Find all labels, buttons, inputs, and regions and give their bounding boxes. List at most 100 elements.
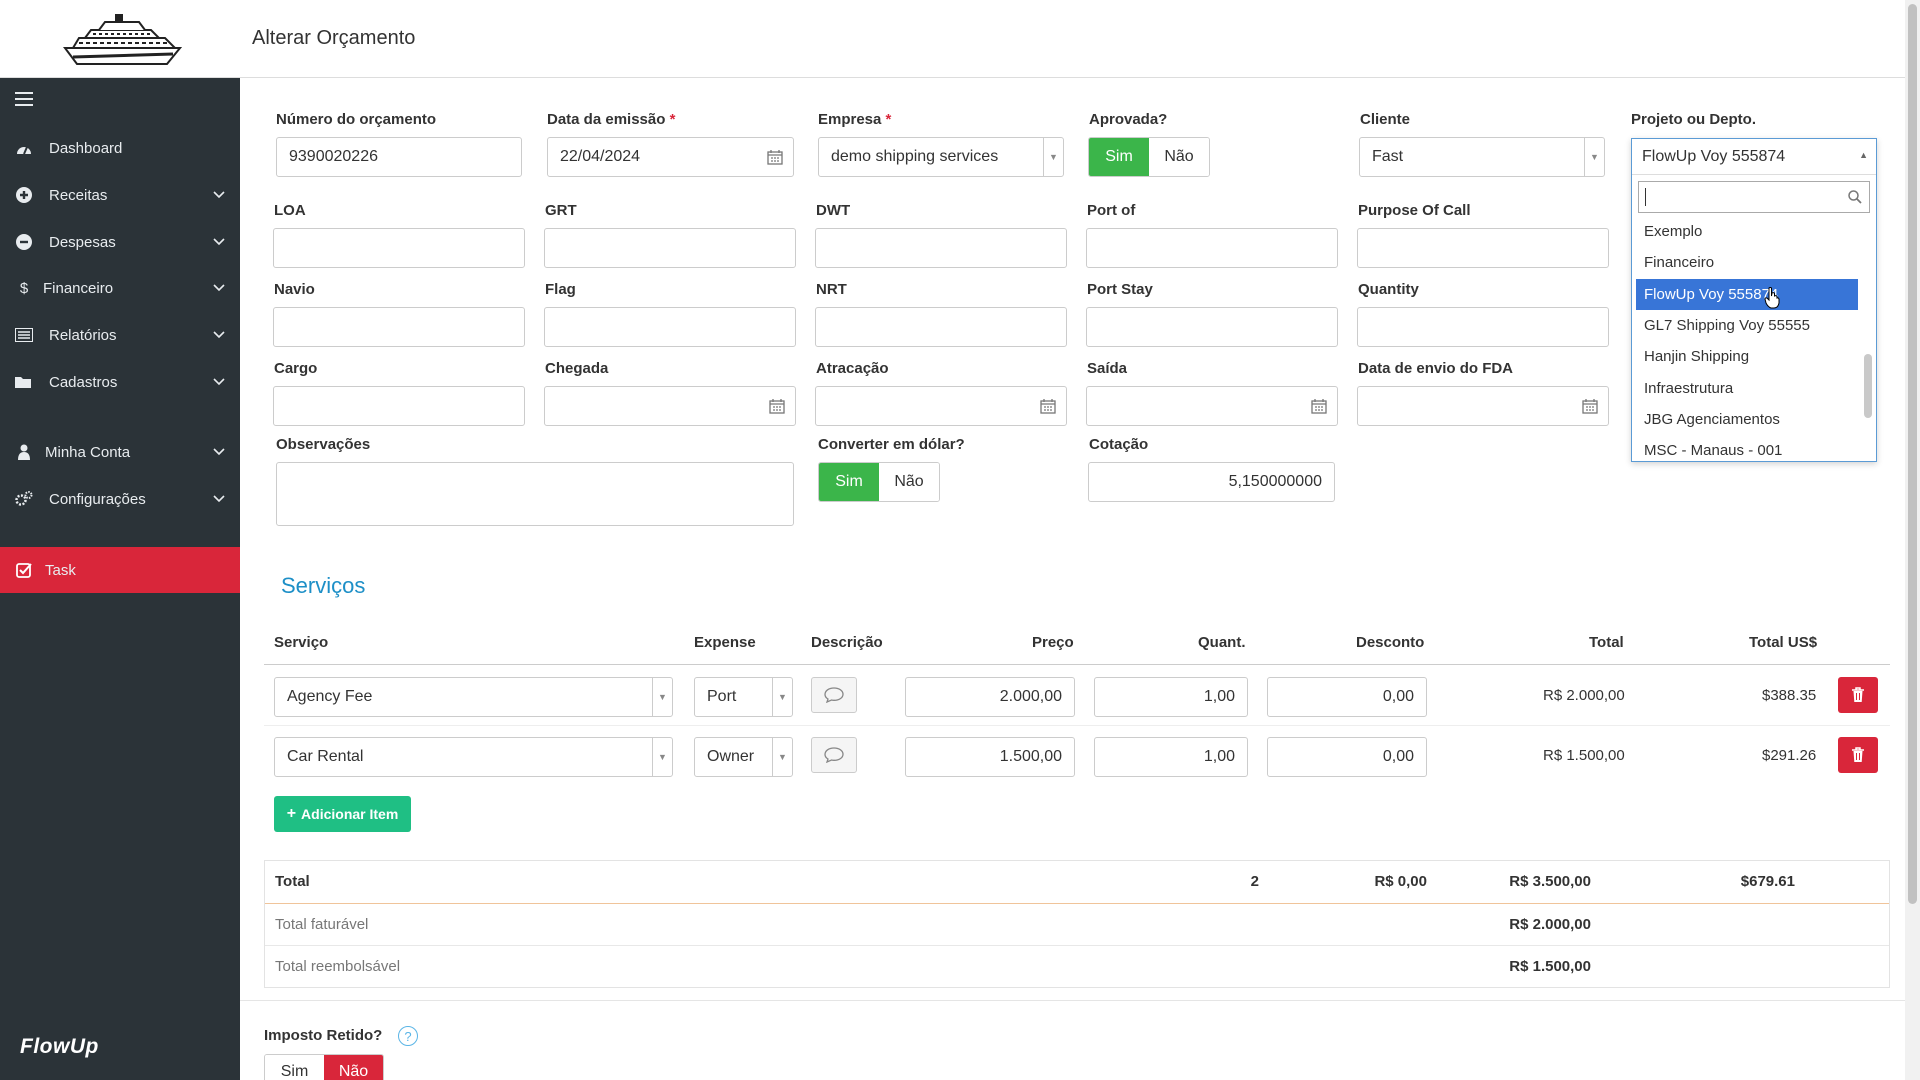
caret-down-icon: ▼ xyxy=(772,738,792,776)
quantity-input[interactable] xyxy=(1357,307,1609,347)
cargo-input[interactable] xyxy=(273,386,525,426)
servico-select[interactable]: Agency Fee ▼ xyxy=(274,677,673,717)
calendar-icon[interactable] xyxy=(1582,398,1598,414)
converter-nao-button[interactable]: Não xyxy=(879,463,939,501)
grt-input[interactable] xyxy=(544,228,796,268)
sidebar-item-label: Cadastros xyxy=(49,373,118,391)
projeto-select[interactable]: FlowUp Voy 555874 ▲ xyxy=(1632,139,1876,175)
col-servico: Serviço xyxy=(274,634,329,651)
dropdown-option[interactable]: MSC - Manaus - 001 xyxy=(1636,435,1858,466)
dropdown-option-highlighted[interactable]: FlowUp Voy 555874 xyxy=(1636,278,1858,310)
observacoes-textarea[interactable] xyxy=(276,462,794,526)
desconto-input[interactable]: 0,00 xyxy=(1267,677,1427,717)
converter-label: Converter em dólar? xyxy=(818,436,965,453)
port-stay-input[interactable] xyxy=(1086,307,1338,347)
calendar-icon[interactable] xyxy=(769,398,785,414)
preco-value: 2.000,00 xyxy=(999,688,1062,705)
section-divider xyxy=(240,1000,1905,1001)
projeto-search-input[interactable] xyxy=(1638,181,1870,213)
empresa-select[interactable]: demo shipping services ▼ xyxy=(818,137,1064,177)
sidebar-item-receitas[interactable]: Receitas xyxy=(0,173,240,217)
required-mark: * xyxy=(885,111,892,128)
total-label: Total xyxy=(275,873,310,890)
cliente-select[interactable]: Fast ▼ xyxy=(1359,137,1605,177)
desconto-value: 0,00 xyxy=(1382,748,1414,765)
help-icon[interactable]: ? xyxy=(398,1026,418,1046)
preco-input[interactable]: 2.000,00 xyxy=(905,677,1075,717)
preco-input[interactable]: 1.500,00 xyxy=(905,737,1075,777)
sidebar-item-minha-conta[interactable]: Minha Conta xyxy=(0,430,240,474)
sidebar-item-relatorios[interactable]: Relatórios xyxy=(0,313,240,357)
atracacao-date-input[interactable] xyxy=(815,386,1067,426)
converter-sim-button[interactable]: Sim xyxy=(819,463,879,501)
sidebar-item-label: Dashboard xyxy=(49,139,123,157)
quant-input[interactable]: 1,00 xyxy=(1094,737,1248,777)
dwt-input[interactable] xyxy=(815,228,1067,268)
nrt-input[interactable] xyxy=(815,307,1067,347)
dropdown-scrollbar[interactable] xyxy=(1864,354,1872,418)
cliente-value: Fast xyxy=(1372,148,1404,165)
ship-logo[interactable] xyxy=(55,8,190,70)
calendar-icon[interactable] xyxy=(1040,398,1056,414)
minus-circle-icon xyxy=(15,233,33,251)
reembolsavel-label: Total reembolsável xyxy=(275,958,401,975)
dropdown-option[interactable]: Exemplo xyxy=(1636,216,1858,247)
expense-select[interactable]: Port ▼ xyxy=(694,677,793,717)
add-item-label: Adicionar Item xyxy=(301,806,399,822)
trash-icon xyxy=(1852,747,1864,762)
sidebar-item-despesas[interactable]: Despesas xyxy=(0,220,240,264)
converter-toggle[interactable]: Sim Não xyxy=(818,462,940,502)
imposto-sim-button[interactable]: Sim xyxy=(265,1055,324,1080)
chegada-date-input[interactable] xyxy=(544,386,796,426)
faturavel-label: Total faturável xyxy=(275,916,369,933)
flag-input[interactable] xyxy=(544,307,796,347)
aprovada-sim-button[interactable]: Sim xyxy=(1089,138,1149,176)
expense-select[interactable]: Owner ▼ xyxy=(694,737,793,777)
port-of-input[interactable] xyxy=(1086,228,1338,268)
sidebar-item-task[interactable]: Task xyxy=(0,547,240,593)
loa-input[interactable] xyxy=(273,228,525,268)
imposto-nao-button[interactable]: Não xyxy=(324,1055,383,1080)
quant-input[interactable]: 1,00 xyxy=(1094,677,1248,717)
saida-date-input[interactable] xyxy=(1086,386,1338,426)
aprovada-nao-button[interactable]: Não xyxy=(1149,138,1209,176)
sidebar-item-dashboard[interactable]: Dashboard xyxy=(0,126,240,170)
page-scrollbar[interactable] xyxy=(1905,0,1920,1080)
delete-row-button[interactable] xyxy=(1838,677,1878,713)
caret-down-icon: ▼ xyxy=(652,738,672,776)
fda-date-input[interactable] xyxy=(1357,386,1609,426)
chegada-label: Chegada xyxy=(545,360,609,377)
cotacao-label: Cotação xyxy=(1089,436,1149,453)
calendar-icon[interactable] xyxy=(767,149,783,165)
sidebar-item-configuracoes[interactable]: Configurações xyxy=(0,477,240,521)
dropdown-option[interactable]: JBG Agenciamentos xyxy=(1636,404,1858,435)
dropdown-option[interactable]: Hanjin Shipping xyxy=(1636,341,1858,372)
descricao-comment-button[interactable] xyxy=(811,737,857,773)
descricao-comment-button[interactable] xyxy=(811,677,857,713)
sidebar-item-financeiro[interactable]: $ Financeiro xyxy=(0,266,240,310)
brand-logo: FlowUp xyxy=(20,1035,99,1058)
calendar-icon[interactable] xyxy=(1311,398,1327,414)
imposto-toggle[interactable]: Sim Não xyxy=(264,1054,384,1080)
page-scrollbar-thumb[interactable] xyxy=(1908,4,1917,904)
emissao-date-input[interactable]: 22/04/2024 xyxy=(547,137,794,177)
projeto-select-dropdown[interactable]: FlowUp Voy 555874 ▲ Exemplo Financeiro F… xyxy=(1631,138,1877,462)
preco-value: 1.500,00 xyxy=(999,748,1062,765)
delete-row-button[interactable] xyxy=(1838,737,1878,773)
dropdown-option[interactable]: Infraestrutura xyxy=(1636,372,1858,403)
navio-input[interactable] xyxy=(273,307,525,347)
aprovada-toggle[interactable]: Sim Não xyxy=(1088,137,1210,177)
desconto-input[interactable]: 0,00 xyxy=(1267,737,1427,777)
dropdown-option[interactable]: GL7 Shipping Voy 55555 xyxy=(1636,310,1858,341)
purpose-input[interactable] xyxy=(1357,228,1609,268)
cotacao-input[interactable]: 5,150000000 xyxy=(1088,462,1335,502)
menu-toggle-icon[interactable] xyxy=(15,92,33,106)
sidebar-item-label: Configurações xyxy=(49,490,146,508)
numero-input[interactable]: 9390020226 xyxy=(276,137,522,177)
servico-select[interactable]: Car Rental ▼ xyxy=(274,737,673,777)
dropdown-option[interactable]: Financeiro xyxy=(1636,247,1858,278)
report-icon xyxy=(15,326,33,344)
add-item-button[interactable]: + Adicionar Item xyxy=(274,796,411,832)
sidebar-item-label: Financeiro xyxy=(43,279,114,297)
sidebar-item-cadastros[interactable]: Cadastros xyxy=(0,360,240,404)
